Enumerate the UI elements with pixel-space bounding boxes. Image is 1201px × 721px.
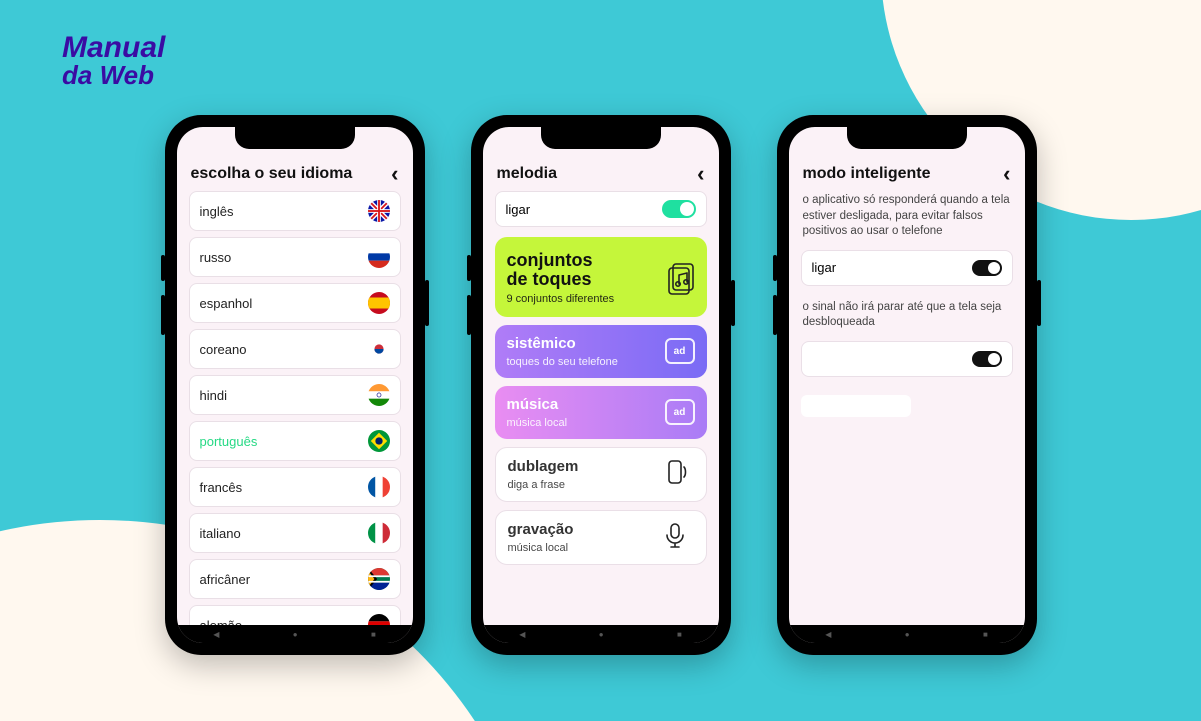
- phone-side-button: [467, 255, 471, 281]
- melodia-content: ligar conjuntos de toques9 conjuntos dife…: [483, 191, 719, 625]
- flag-icon-fr: [368, 476, 390, 498]
- ad-badge-icon: ad: [665, 338, 695, 364]
- ad-badge-icon: ad: [665, 399, 695, 425]
- flag-icon-br: [368, 430, 390, 452]
- language-label: russo: [200, 250, 232, 265]
- brand-logo-line1: Manual: [62, 34, 165, 63]
- toggle-label: ligar: [506, 202, 531, 217]
- flag-icon-es: [368, 292, 390, 314]
- nav-recent-icon[interactable]: ■: [677, 630, 682, 639]
- language-item-za[interactable]: africâner: [189, 559, 401, 599]
- phone-side-button: [161, 295, 165, 335]
- placeholder-chip: [801, 395, 911, 417]
- language-list: inglês russo espanhol coreano hindi português…: [177, 191, 413, 625]
- melodia-card-hero-conjuntos-de-toques[interactable]: conjuntos de toques9 conjuntos diferente…: [495, 237, 707, 317]
- nav-home-icon[interactable]: ●: [293, 630, 298, 639]
- hint-text-2: o sinal não irá parar até que a tela sej…: [801, 298, 1013, 341]
- melodia-card-grad1-sistêmico[interactable]: sistêmicotoques do seu telefonead: [495, 325, 707, 378]
- toggle-switch[interactable]: [972, 351, 1002, 367]
- language-item-ru[interactable]: russo: [189, 237, 401, 277]
- flag-icon-za: [368, 568, 390, 590]
- phone-notch: [541, 127, 661, 149]
- melodia-toggle-row[interactable]: ligar: [495, 191, 707, 227]
- android-navbar: ◀ ● ■: [483, 625, 719, 643]
- language-item-es[interactable]: espanhol: [189, 283, 401, 323]
- nav-recent-icon[interactable]: ■: [371, 630, 376, 639]
- nav-home-icon[interactable]: ●: [905, 630, 910, 639]
- back-button[interactable]: ‹: [697, 161, 704, 187]
- melodia-card-plain-dublagem[interactable]: dublagemdiga a frase: [495, 447, 707, 502]
- brand-logo-line2: da Web: [62, 63, 165, 88]
- flag-icon-it: [368, 522, 390, 544]
- flag-icon-de: [368, 614, 390, 625]
- flag-icon-kr: [368, 338, 390, 360]
- language-label: alemão: [200, 618, 243, 626]
- android-navbar: ◀ ● ■: [177, 625, 413, 643]
- toggle-switch[interactable]: [972, 260, 1002, 276]
- language-label: espanhol: [200, 296, 253, 311]
- page-title: melodia: [497, 165, 557, 183]
- phone-side-button: [161, 255, 165, 281]
- language-item-gb[interactable]: inglês: [189, 191, 401, 231]
- language-label: francês: [200, 480, 243, 495]
- flag-icon-in: [368, 384, 390, 406]
- language-label: português: [200, 434, 258, 449]
- phone-melodia: melodia ‹ ligar conjuntos de toques9 conj…: [471, 115, 731, 655]
- nav-home-icon[interactable]: ●: [599, 630, 604, 639]
- back-button[interactable]: ‹: [391, 161, 398, 187]
- android-navbar: ◀ ● ■: [789, 625, 1025, 643]
- toggle-row-secondary[interactable]: [801, 341, 1013, 377]
- nav-recent-icon[interactable]: ■: [983, 630, 988, 639]
- phone-side-button: [773, 295, 777, 335]
- toggle-row-ligar[interactable]: ligar: [801, 250, 1013, 286]
- language-label: africâner: [200, 572, 251, 587]
- flag-icon-ru: [368, 246, 390, 268]
- melodia-card-grad2-música[interactable]: músicamúsica localad: [495, 386, 707, 439]
- phone-side-button: [773, 255, 777, 281]
- phone-side-button: [731, 280, 735, 326]
- screen-smartmode: modo inteligente ‹ o aplicativo só respo…: [789, 127, 1025, 643]
- page-title: escolha o seu idioma: [191, 165, 353, 183]
- language-item-de[interactable]: alemão: [189, 605, 401, 625]
- phone-speak-icon: [660, 457, 694, 491]
- toggle-switch[interactable]: [662, 200, 696, 218]
- phone-language: escolha o seu idioma ‹ inglês russo espanh…: [165, 115, 425, 655]
- phone-side-button: [425, 280, 429, 326]
- phone-side-button: [1037, 280, 1041, 326]
- stage: Manual da Web escolha o seu idioma ‹ ing…: [0, 0, 1201, 721]
- mic-icon: [660, 520, 694, 554]
- language-item-fr[interactable]: francês: [189, 467, 401, 507]
- phone-smartmode: modo inteligente ‹ o aplicativo só respo…: [777, 115, 1037, 655]
- language-item-in[interactable]: hindi: [189, 375, 401, 415]
- language-label: hindi: [200, 388, 227, 403]
- toggle-label: ligar: [812, 260, 837, 275]
- nav-back-icon[interactable]: ◀: [213, 630, 219, 639]
- page-title: modo inteligente: [803, 165, 931, 183]
- phone-notch: [847, 127, 967, 149]
- language-item-it[interactable]: italiano: [189, 513, 401, 553]
- language-label: italiano: [200, 526, 241, 541]
- ringtones-icon: [661, 260, 695, 294]
- phone-notch: [235, 127, 355, 149]
- brand-logo: Manual da Web: [62, 34, 165, 87]
- flag-icon-gb: [368, 200, 390, 222]
- phone-side-button: [467, 295, 471, 335]
- back-button[interactable]: ‹: [1003, 161, 1010, 187]
- language-label: inglês: [200, 204, 234, 219]
- nav-back-icon[interactable]: ◀: [519, 630, 525, 639]
- nav-back-icon[interactable]: ◀: [825, 630, 831, 639]
- screen-language: escolha o seu idioma ‹ inglês russo espanh…: [177, 127, 413, 643]
- language-label: coreano: [200, 342, 247, 357]
- phones-row: escolha o seu idioma ‹ inglês russo espanh…: [0, 115, 1201, 655]
- hint-text-1: o aplicativo só responderá quando a tela…: [801, 191, 1013, 250]
- melodia-card-plain-gravação[interactable]: gravaçãomúsica local: [495, 510, 707, 565]
- screen-melodia: melodia ‹ ligar conjuntos de toques9 conj…: [483, 127, 719, 643]
- smartmode-content: o aplicativo só responderá quando a tela…: [789, 191, 1025, 625]
- language-item-kr[interactable]: coreano: [189, 329, 401, 369]
- language-item-br[interactable]: português: [189, 421, 401, 461]
